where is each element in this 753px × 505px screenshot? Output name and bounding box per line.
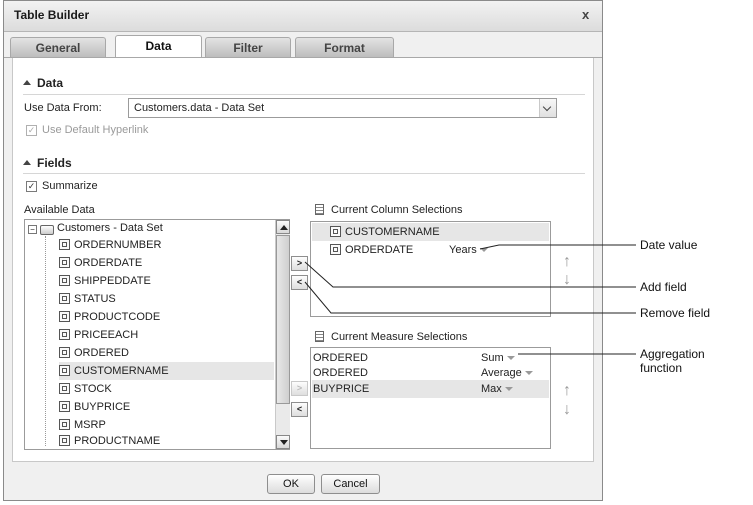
callout-date-value: Date value [640,238,698,252]
leader-add-field [304,261,636,288]
leader-date-value [479,244,636,250]
callout-add-field: Add field [640,280,687,294]
callout-aggregation-line2: function [640,361,683,375]
callout-lines [304,244,636,355]
callout-remove-field: Remove field [640,306,711,320]
callout-aggregation-line1: Aggregation [640,347,705,361]
